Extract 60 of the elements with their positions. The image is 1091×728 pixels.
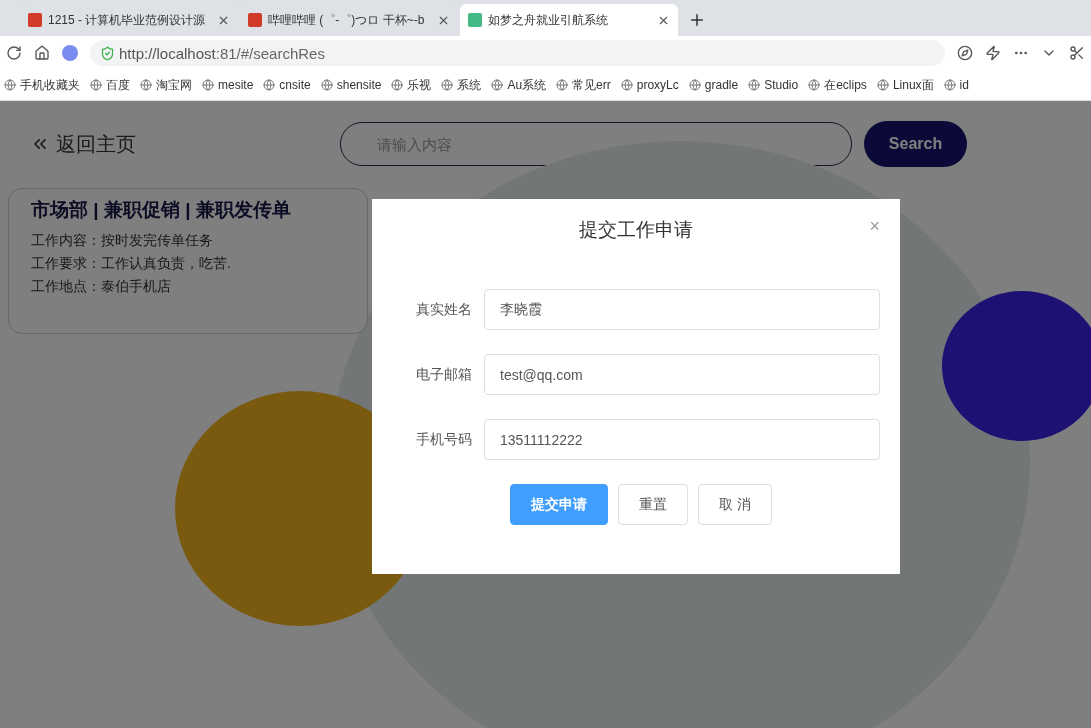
bookmark-item[interactable]: 百度 bbox=[90, 76, 130, 94]
bookmark-item[interactable]: 常见err bbox=[556, 76, 611, 94]
search-button[interactable]: Search bbox=[864, 121, 967, 167]
job-detail: 工作地点：泰伯手机店 bbox=[31, 278, 172, 296]
globe-icon bbox=[263, 79, 276, 91]
field-label: 真实姓名 bbox=[415, 300, 473, 319]
bookmark-item[interactable]: proxyLc bbox=[620, 78, 679, 92]
globe-icon bbox=[748, 79, 761, 91]
dialog-button[interactable]: 取 消 bbox=[698, 484, 772, 525]
globe-icon bbox=[808, 79, 821, 91]
field-label: 电子邮箱 bbox=[415, 365, 473, 384]
bookmark-item[interactable]: Studio bbox=[748, 78, 799, 92]
bookmark-item[interactable]: 手机收藏夹 bbox=[4, 76, 80, 94]
lightning-icon[interactable] bbox=[985, 45, 1001, 61]
bookmark-item[interactable]: 系统 bbox=[441, 76, 482, 94]
url-text: http://localhost:81/#/searchRes bbox=[119, 44, 325, 62]
job-card[interactable]: 市场部 | 兼职促销 | 兼职发传单 工作内容：按时发完传单任务 工作要求：工作认真负责，吃苦. 工作地点：泰伯手机店 bbox=[8, 188, 368, 334]
globe-icon bbox=[688, 79, 701, 91]
favicon-icon bbox=[28, 13, 42, 27]
compass-icon[interactable] bbox=[957, 45, 973, 61]
globe-icon bbox=[943, 79, 956, 91]
reload-icon[interactable] bbox=[6, 45, 22, 61]
bookmark-item[interactable]: id bbox=[943, 78, 969, 92]
browser-tab[interactable]: 如梦之舟就业引航系统 bbox=[460, 4, 678, 36]
bookmark-item[interactable]: mesite bbox=[202, 78, 254, 92]
job-detail: 工作内容：按时发完传单任务 bbox=[31, 232, 214, 250]
bookmark-item[interactable]: 在eclips bbox=[808, 76, 867, 94]
dialog-title: 提交工作申请 bbox=[579, 218, 693, 242]
globe-icon bbox=[90, 79, 102, 91]
globe-icon bbox=[4, 79, 16, 91]
shield-icon bbox=[100, 45, 115, 61]
bookmark-item[interactable]: Au系统 bbox=[491, 76, 547, 94]
bookmark-item[interactable]: cnsite bbox=[263, 78, 311, 92]
input-field[interactable]: 李晓霞 bbox=[484, 289, 880, 330]
globe-icon bbox=[441, 79, 454, 91]
bookmark-item[interactable]: 乐视 bbox=[391, 76, 432, 94]
bookmark-item[interactable]: shensite bbox=[320, 78, 382, 92]
home-icon[interactable] bbox=[34, 45, 50, 61]
profile-icon[interactable] bbox=[62, 45, 78, 61]
input-field[interactable]: 13511112222 bbox=[484, 419, 880, 460]
globe-icon bbox=[491, 79, 504, 91]
favicon-icon bbox=[468, 13, 482, 27]
globe-icon bbox=[202, 79, 214, 91]
input-field[interactable]: test@qq.com bbox=[484, 354, 880, 395]
globe-icon bbox=[556, 79, 569, 91]
globe-icon bbox=[620, 79, 633, 91]
globe-icon bbox=[876, 79, 889, 91]
scissors-icon[interactable] bbox=[1069, 45, 1085, 61]
globe-icon bbox=[140, 79, 152, 91]
globe-icon bbox=[391, 79, 404, 91]
globe-icon bbox=[320, 79, 333, 91]
bookmark-item[interactable]: 淘宝网 bbox=[140, 76, 192, 94]
dialog-button[interactable]: 重置 bbox=[618, 484, 689, 525]
field-label: 手机号码 bbox=[415, 430, 473, 449]
job-title: 市场部 | 兼职促销 | 兼职发传单 bbox=[31, 198, 292, 222]
bookmark-item[interactable]: gradle bbox=[688, 78, 739, 92]
bookmark-item[interactable]: Linux面 bbox=[876, 76, 934, 94]
job-detail: 工作要求：工作认真负责，吃苦. bbox=[31, 255, 232, 273]
favicon-icon bbox=[248, 13, 262, 27]
address-field[interactable]: http://localhost:81/#/searchRes bbox=[90, 40, 945, 66]
